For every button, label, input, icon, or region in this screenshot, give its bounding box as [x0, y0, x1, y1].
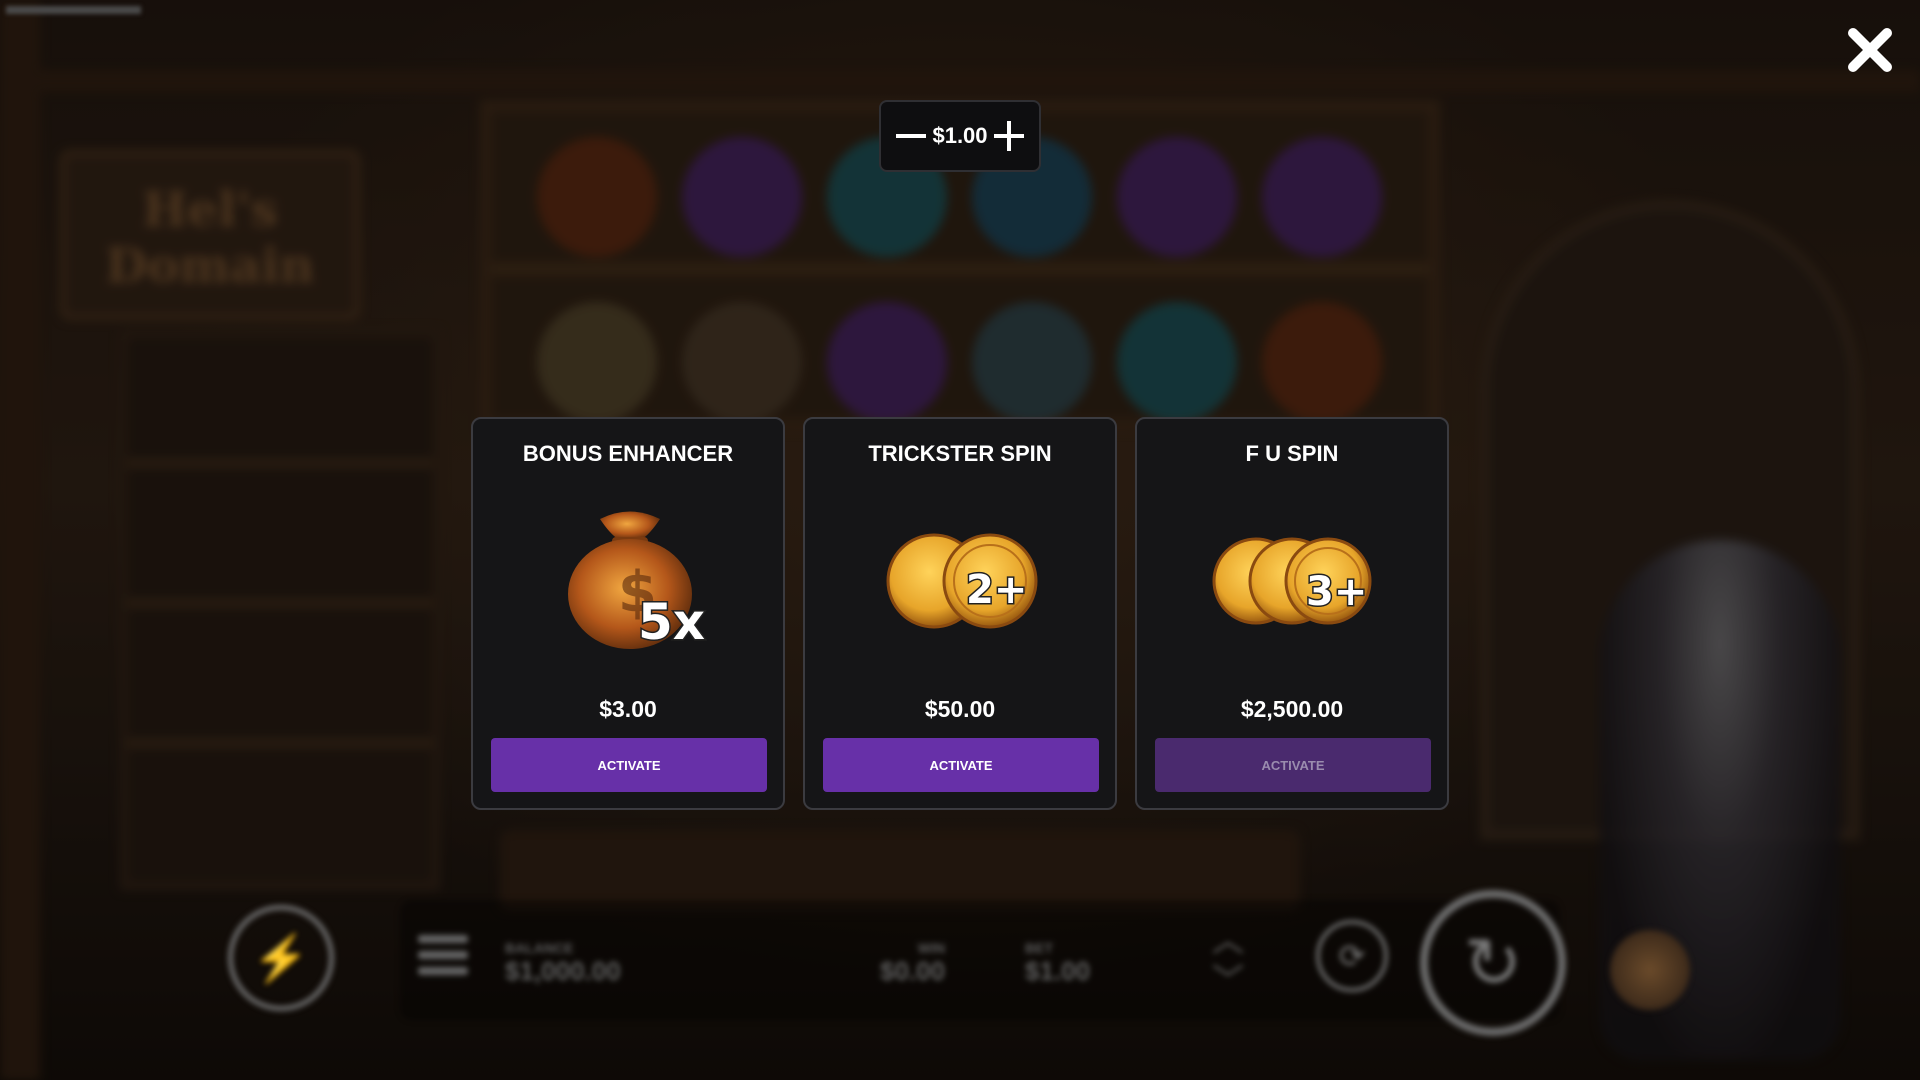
coins-stack-icon: 3+ [1212, 537, 1372, 625]
autoplay-icon: ⟳ [1338, 938, 1366, 974]
coins-icon: 2+ [886, 533, 1038, 629]
bonus-buy-cards: BONUS ENHANCER $ 5x $3.00 ACTIVATE TRICK… [471, 417, 1449, 810]
plus-icon [994, 121, 1024, 151]
minus-icon [896, 134, 926, 138]
balance-value: $1,000.00 [505, 956, 621, 986]
chevron-down-icon: ﹀ [1212, 962, 1245, 998]
bet-arrows: ︿ ﹀ [1212, 920, 1244, 1000]
card-price: $2,500.00 [1240, 696, 1344, 722]
money-bag-icon: $ 5x [568, 511, 707, 653]
card-price: $3.00 [599, 696, 657, 722]
spin-icon: ↻ [1463, 924, 1523, 1002]
increase-bet-button[interactable] [989, 116, 1029, 156]
balance-display: BALANCE $1,000.00 [505, 940, 621, 987]
svg-text:3+: 3+ [1306, 569, 1367, 615]
card-title: BONUS ENHANCER [522, 441, 734, 466]
turbo-button: ⚡ [228, 905, 334, 1011]
top-left-status-text [6, 6, 141, 14]
feature-buy-icon [1610, 930, 1690, 1010]
bonus-enhancer-card: BONUS ENHANCER $ 5x $3.00 ACTIVATE [471, 417, 785, 810]
activate-bonus-enhancer-button[interactable]: ACTIVATE [491, 738, 767, 792]
activate-fu-spin-button[interactable]: ACTIVATE [1155, 738, 1431, 792]
activate-trickster-spin-button[interactable]: ACTIVATE [823, 738, 1099, 792]
card-title: F U SPIN [1245, 441, 1339, 466]
bet-display: BET $1.00 [1025, 940, 1090, 987]
svg-text:5x: 5x [638, 593, 705, 651]
win-value: $0.00 [880, 956, 946, 986]
fu-spin-card: F U SPIN 3+ $2,500.00 ACTIVATE [1135, 417, 1449, 810]
autoplay-button: ⟳ [1316, 920, 1388, 992]
balance-label: BALANCE [505, 940, 574, 956]
close-button[interactable] [1840, 20, 1900, 80]
card-price: $50.00 [924, 696, 996, 722]
lightning-icon: ⚡ [252, 931, 310, 984]
spin-button: ↻ [1420, 890, 1566, 1036]
bet-value: $1.00 [1025, 956, 1091, 986]
win-display: WIN $0.00 [880, 940, 945, 987]
decrease-bet-button[interactable] [891, 116, 931, 156]
win-label: WIN [917, 940, 946, 956]
bet-label: BET [1025, 940, 1053, 956]
card-title: TRICKSTER SPIN [868, 441, 1052, 466]
chevron-up-icon: ︿ [1212, 922, 1245, 958]
trickster-spin-card: TRICKSTER SPIN 2+ $50.00 ACTIVATE [803, 417, 1117, 810]
bet-stepper: $1.00 [879, 100, 1041, 172]
svg-text:2+: 2+ [966, 567, 1027, 613]
close-icon [1848, 28, 1892, 72]
bet-stepper-value: $1.00 [932, 123, 988, 148]
menu-icon [418, 935, 468, 975]
